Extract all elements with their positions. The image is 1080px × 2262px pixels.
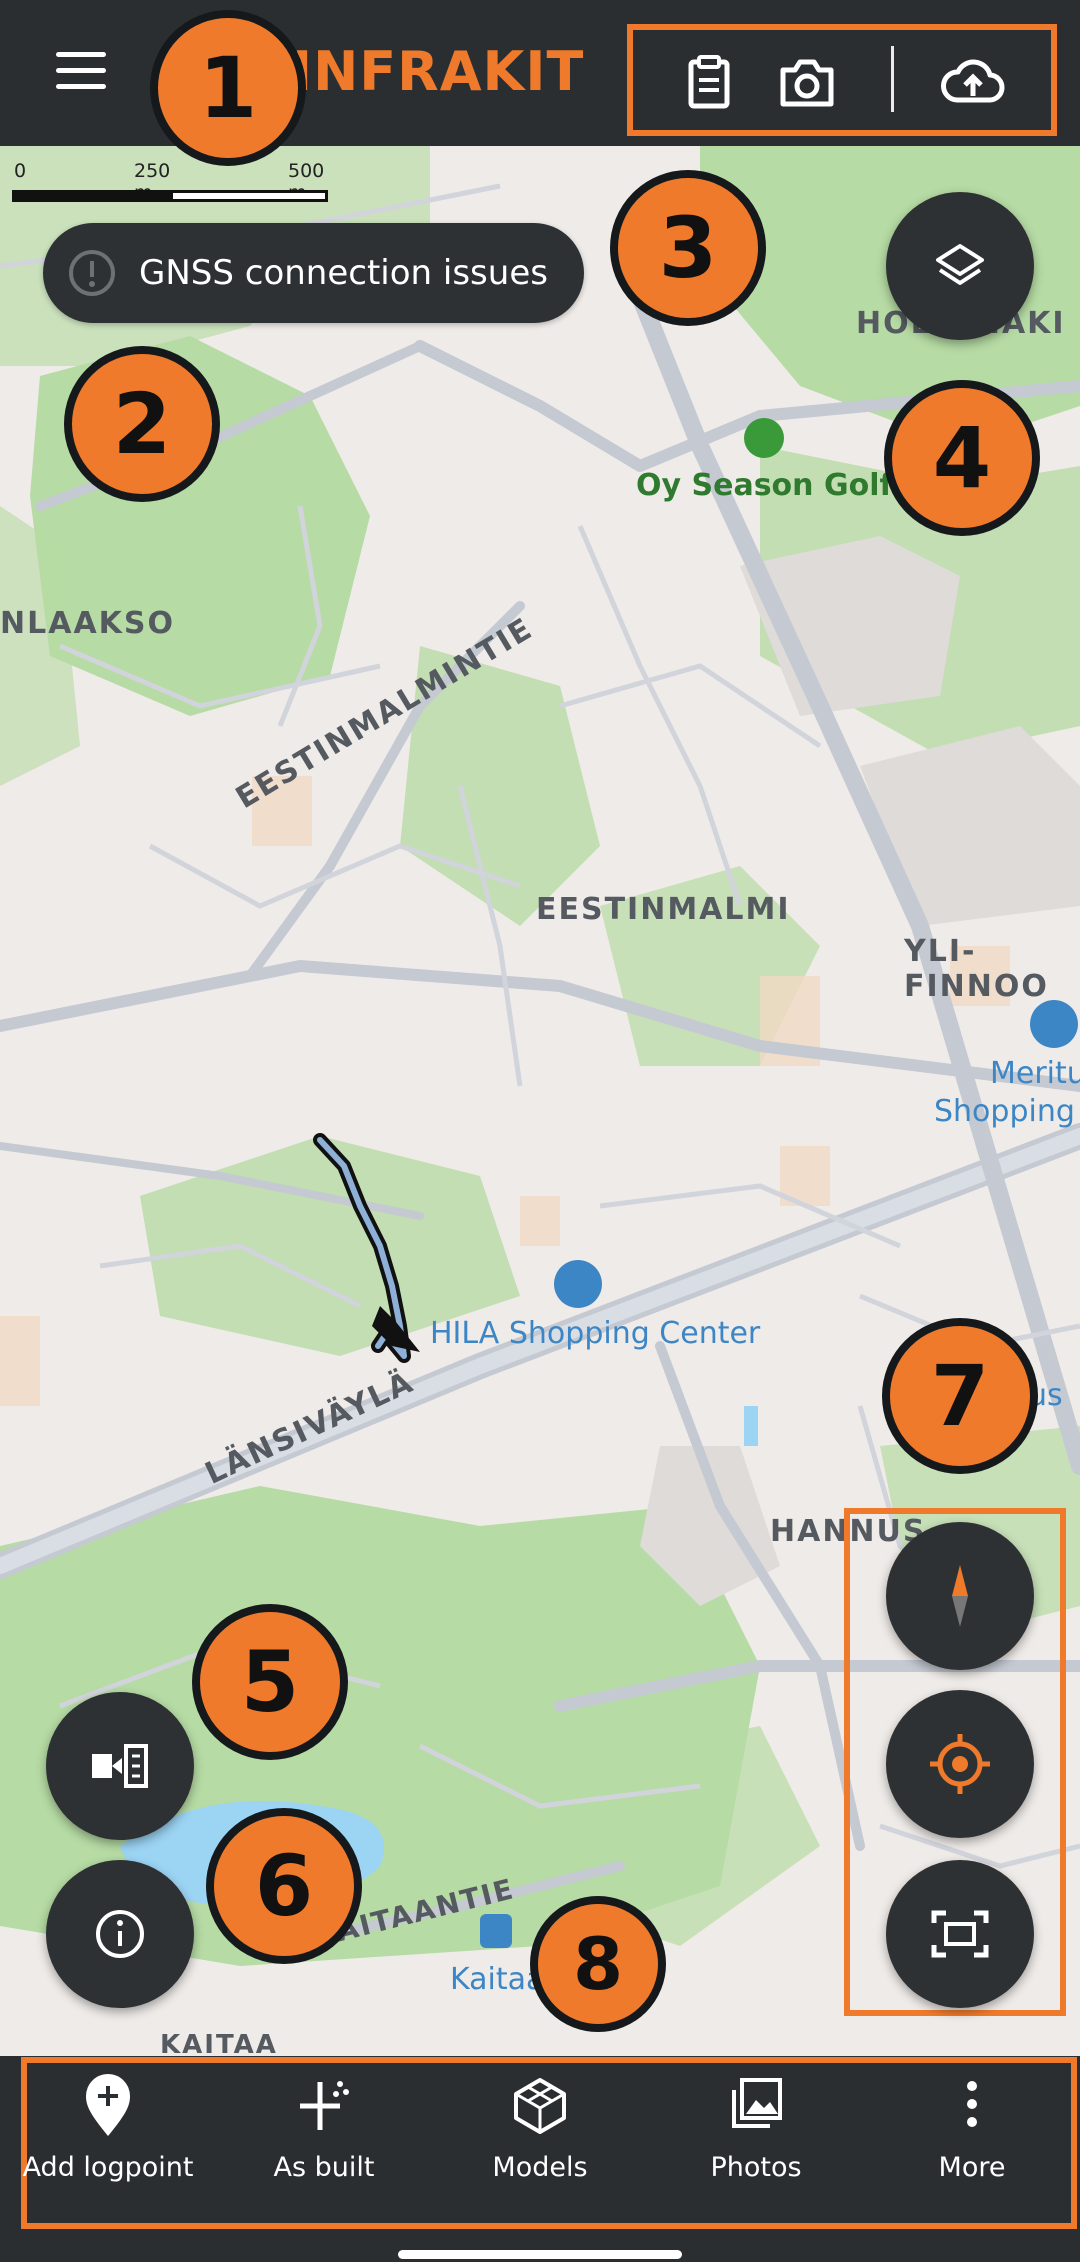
gnss-banner-text: GNSS connection issues	[139, 253, 548, 293]
nav-label-photos: Photos	[710, 2152, 802, 2183]
fit-screen-button[interactable]	[886, 1860, 1034, 2008]
info-icon	[96, 1910, 144, 1958]
divider	[891, 46, 894, 112]
warning-circle-icon	[69, 250, 115, 296]
callout-badge-1: 1	[150, 10, 306, 166]
nav-more[interactable]: More	[882, 2074, 1062, 2204]
fit-screen-icon	[931, 1910, 989, 1958]
top-actions-group	[627, 24, 1057, 136]
nav-photos[interactable]: Photos	[666, 2074, 846, 2204]
map-label-kaitaa: KAITAA	[160, 2030, 278, 2056]
callout-badge-2: 2	[64, 346, 220, 502]
split-view-icon	[92, 1744, 148, 1788]
map-label-nlaakso: NLAAKSO	[0, 606, 176, 641]
add-logpoint-icon	[86, 2074, 130, 2136]
nav-models[interactable]: Models	[450, 2074, 630, 2204]
layers-icon	[936, 244, 984, 285]
nav-as-built[interactable]: As built	[234, 2074, 414, 2204]
callout-badge-7: 7	[882, 1318, 1038, 1474]
locate-button[interactable]	[886, 1690, 1034, 1838]
more-vertical-icon	[967, 2081, 977, 2127]
info-button[interactable]	[46, 1860, 194, 2008]
map-label-merituuli: Meritu	[990, 1056, 1080, 1091]
as-built-icon	[300, 2081, 349, 2130]
compass-button[interactable]	[886, 1522, 1034, 1670]
callout-badge-5: 5	[192, 1604, 348, 1760]
nav-label-models: Models	[492, 2152, 588, 2183]
scale-bar	[12, 190, 328, 202]
hamburger-menu-icon[interactable]	[56, 52, 106, 92]
cloud-upload-icon[interactable]	[939, 54, 1007, 110]
gnss-connection-banner[interactable]: GNSS connection issues	[43, 223, 584, 323]
nav-add-logpoint[interactable]: Add logpoint	[18, 2074, 198, 2204]
map-label-shopping: Shopping	[934, 1094, 1075, 1129]
camera-icon[interactable]	[777, 54, 837, 110]
nav-label-as-built: As built	[273, 2152, 375, 2183]
map-label-yli-finnoo: YLI-FINNOO	[904, 934, 1049, 1004]
layers-button[interactable]	[886, 192, 1034, 340]
nav-label-add-logpoint: Add logpoint	[22, 2152, 194, 2183]
callout-badge-4: 4	[884, 380, 1040, 536]
scale-label-0: 0	[14, 160, 27, 182]
map-label-shopping-center: HILA Shopping Center	[430, 1316, 761, 1351]
brand-logo: INFRAKIT	[292, 40, 585, 103]
nav-label-more: More	[938, 2152, 1006, 2183]
clipboard-icon[interactable]	[679, 54, 739, 110]
models-cube-icon	[514, 2078, 566, 2134]
split-view-button[interactable]	[46, 1692, 194, 1840]
photos-icon	[732, 2078, 782, 2128]
locate-target-icon	[930, 1734, 990, 1794]
callout-badge-6: 6	[206, 1808, 362, 1964]
callout-badge-8: 8	[530, 1896, 666, 2032]
compass-icon	[952, 1565, 968, 1627]
home-indicator[interactable]	[398, 2250, 682, 2259]
callout-badge-3: 3	[610, 170, 766, 326]
map-label-eestinmalmi: EESTINMALMI	[536, 892, 791, 927]
